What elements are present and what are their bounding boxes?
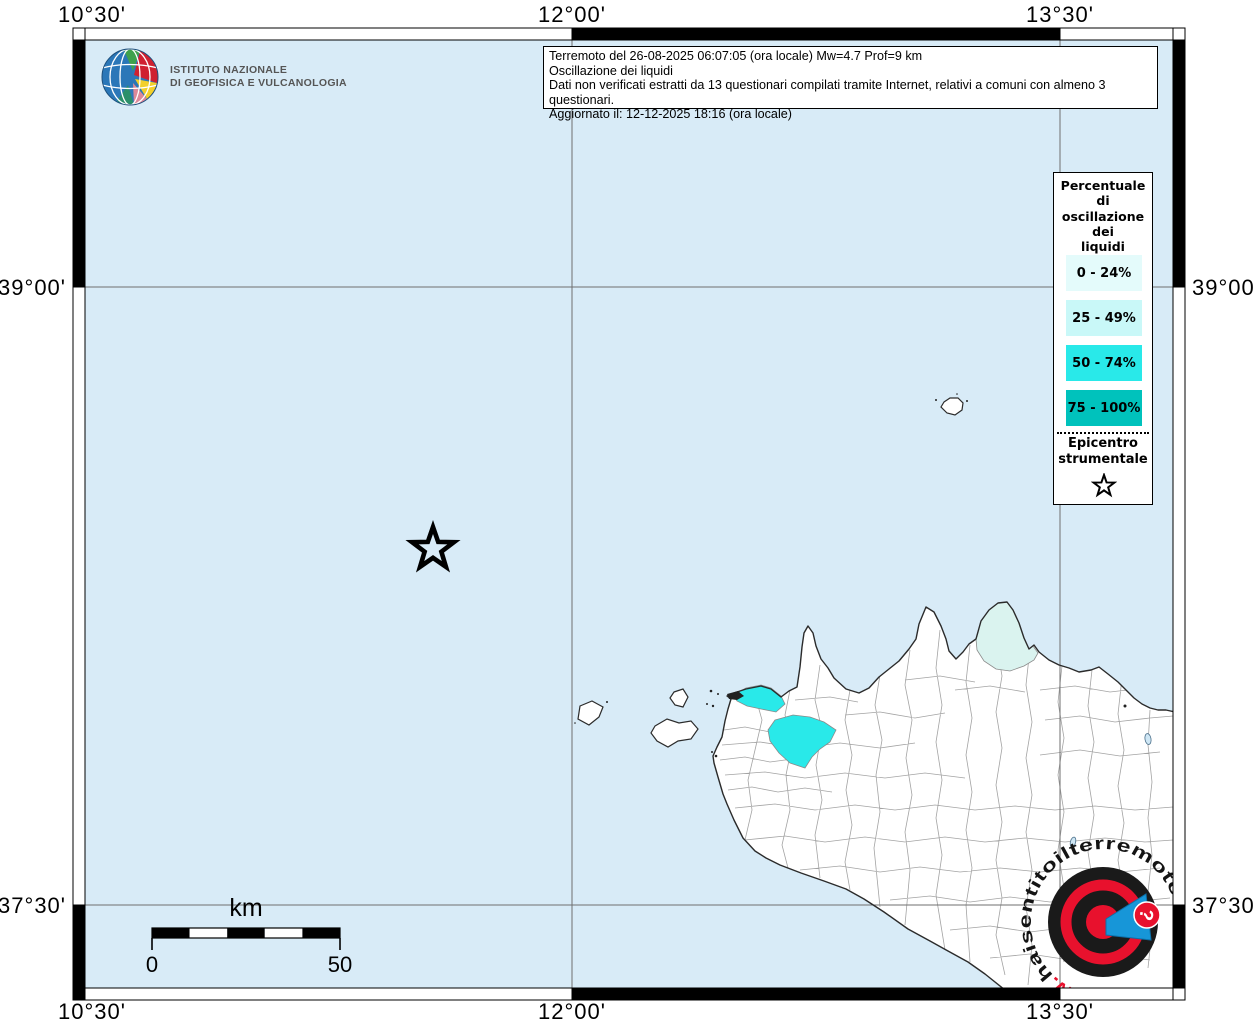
axis-label-bottom-right: 13°30' [1026,999,1094,1024]
legend-title: Percentuale di oscillazione dei liquidi [1054,178,1152,254]
legend-epicenter-star-icon [1091,473,1117,499]
event-info-line1: Terremoto del 26-08-2025 06:07:05 (ora l… [549,49,1152,64]
axis-label-bottom-left: 10°30' [58,999,126,1024]
axis-label-left-37: 37°30' [0,893,66,918]
map-canvas: km 0 50 ? www.haisentitoilterremoto.it [0,0,1255,1024]
watermark-tld: .it [0,0,5,4]
event-info-line2: Oscillazione dei liquidi [549,64,1152,79]
axis-label-right-37: 37°30' [1192,893,1255,918]
axis-label-bottom-center: 12°00' [538,999,606,1024]
legend-swatch-75-100: 75 - 100% [1066,390,1142,426]
legend: Percentuale di oscillazione dei liquidi … [1053,172,1153,505]
axis-label-top-left: 10°30' [58,2,126,27]
ingv-logo: ISTITUTO NAZIONALE DI GEOFISICA E VULCAN… [100,46,360,108]
macroseismic-map-page: km 0 50 ? www.haisentitoilterremoto.it [0,0,1255,1024]
legend-title-line: oscillazione [1054,209,1152,224]
axis-label-top-center: 12°00' [538,2,606,27]
scale-bar-start: 0 [146,952,158,977]
legend-swatch-25-49: 25 - 49% [1066,300,1142,336]
ingv-wordmark: ISTITUTO NAZIONALE DI GEOFISICA E VULCAN… [170,64,347,90]
event-info-line4: Aggiornato il: 12-12-2025 18:16 (ora loc… [549,107,1152,122]
legend-title-line: dei [1054,224,1152,239]
legend-swatch-0-24: 0 - 24% [1066,255,1142,291]
axis-label-top-right: 13°30' [1026,2,1094,27]
scale-bar-end: 50 [328,952,352,977]
legend-epicenter-line1: Epicentro [1054,436,1152,452]
legend-divider [1057,432,1149,434]
legend-title-line: di [1054,193,1152,208]
legend-title-line: Percentuale [1054,178,1152,193]
event-info-line3: Dati non verificati estratti da 13 quest… [549,78,1152,107]
ingv-globe-icon [100,47,160,107]
legend-epicenter-line2: strumentale [1054,452,1152,468]
legend-title-line: liquidi [1054,239,1152,254]
axis-label-left-39: 39°00' [0,275,66,300]
event-info-box: Terremoto del 26-08-2025 06:07:05 (ora l… [543,46,1158,109]
ingv-wordmark-line2: DI GEOFISICA E VULCANOLOGIA [170,77,347,90]
legend-swatch-50-74: 50 - 74% [1066,345,1142,381]
axis-label-right-39: 39°00' [1192,275,1255,300]
ingv-wordmark-line1: ISTITUTO NAZIONALE [170,64,347,77]
scale-bar-unit: km [229,894,262,922]
coastal-mark [1124,705,1127,708]
legend-epicenter-label: Epicentro strumentale [1054,436,1152,468]
